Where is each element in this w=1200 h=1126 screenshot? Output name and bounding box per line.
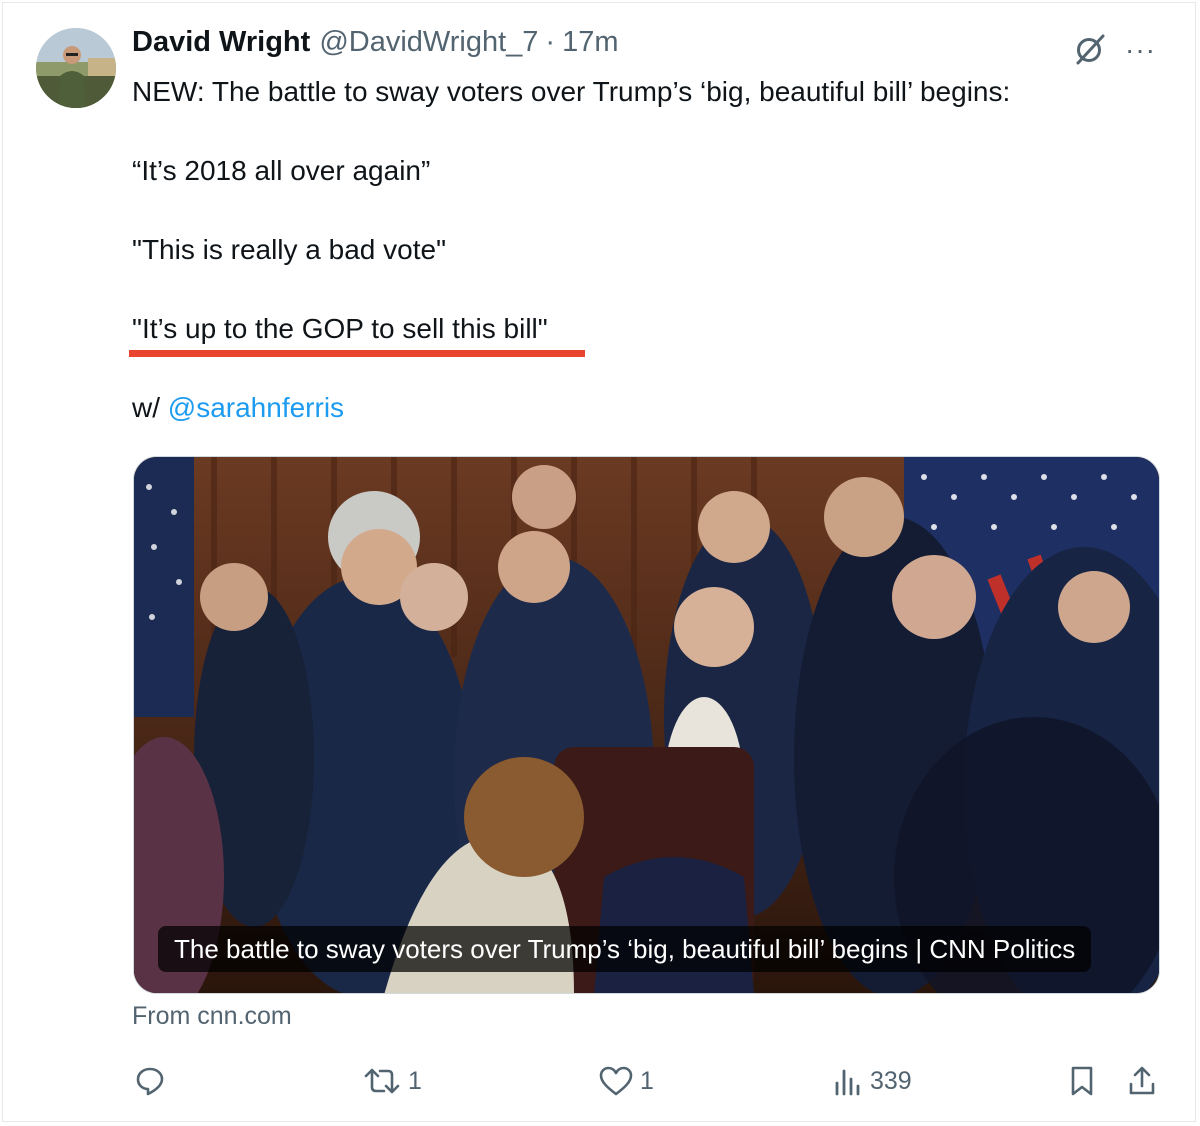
grok-icon[interactable] xyxy=(1073,32,1107,66)
heart-icon xyxy=(599,1066,633,1096)
tweet-paragraph: “It’s 2018 all over again” xyxy=(132,155,431,186)
author-handle[interactable]: @DavidWright_7 xyxy=(319,26,538,59)
avatar[interactable] xyxy=(36,28,116,108)
reply-button[interactable] xyxy=(134,1065,172,1097)
tweet-text: NEW: The battle to sway voters over Trum… xyxy=(132,72,1162,467)
bookmark-button[interactable] xyxy=(1066,1065,1098,1097)
card-caption: The battle to sway voters over Trump’s ‘… xyxy=(158,926,1092,972)
like-button[interactable]: 1 xyxy=(598,1065,654,1097)
views-button[interactable]: 339 xyxy=(832,1065,912,1097)
tweet-header: David Wright @DavidWright_7 · 17m xyxy=(132,26,619,70)
timestamp[interactable]: 17m xyxy=(562,26,618,59)
tweet-paragraph: "It’s up to the GOP to sell this bill" xyxy=(132,313,548,344)
like-count: 1 xyxy=(640,1066,654,1095)
author-name[interactable]: David Wright xyxy=(132,26,310,59)
card-source[interactable]: From cnn.com xyxy=(132,1002,292,1031)
with-prefix: w/ xyxy=(132,392,160,423)
share-icon xyxy=(1129,1066,1155,1095)
views-icon xyxy=(835,1069,860,1096)
mention-link[interactable]: @sarahnferris xyxy=(168,392,344,423)
repost-icon xyxy=(364,1068,400,1094)
bookmark-icon xyxy=(1071,1066,1093,1096)
highlight-underline xyxy=(129,350,585,357)
tweet-paragraph: "This is really a bad vote" xyxy=(132,234,447,265)
with-line: w/ @sarahnferris xyxy=(132,388,1162,428)
link-card-image[interactable] xyxy=(133,456,1160,994)
repost-count: 1 xyxy=(408,1066,422,1095)
share-button[interactable] xyxy=(1126,1065,1158,1097)
separator-dot: · xyxy=(545,26,556,58)
views-count: 339 xyxy=(870,1066,912,1095)
reply-icon xyxy=(136,1067,164,1096)
action-bar: 1 1 339 xyxy=(0,1055,1200,1107)
tweet-paragraph: NEW: The battle to sway voters over Trum… xyxy=(132,76,1011,107)
more-icon[interactable]: ··· xyxy=(1125,36,1159,64)
repost-button[interactable]: 1 xyxy=(362,1065,422,1097)
